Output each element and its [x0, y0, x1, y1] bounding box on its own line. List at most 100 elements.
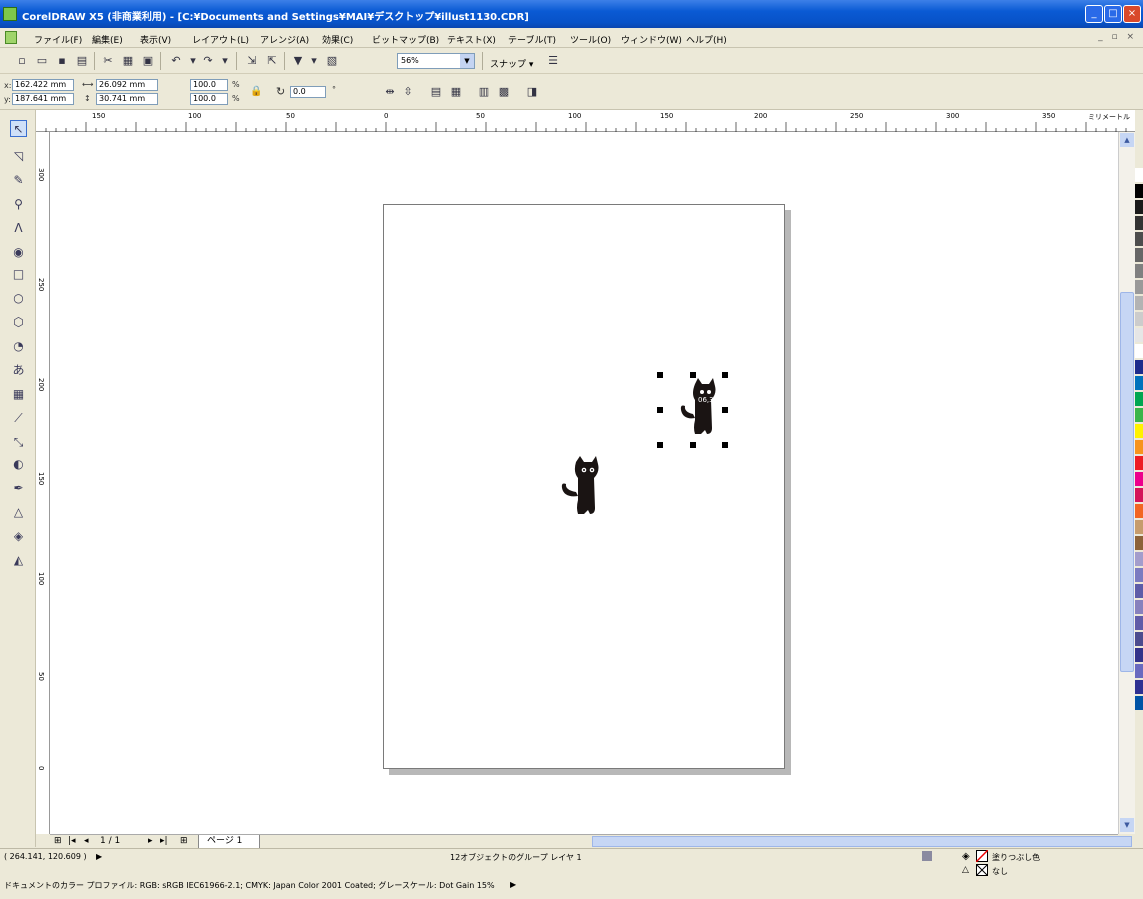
- redo-dropdown-icon[interactable]: ▾: [217, 53, 233, 69]
- scale-y-field[interactable]: 100.0: [190, 93, 228, 105]
- menu-tools[interactable]: ツール(O): [570, 33, 611, 46]
- rectangle-tool-icon[interactable]: □: [10, 266, 27, 283]
- scroll-down-icon[interactable]: ▼: [1120, 818, 1134, 832]
- maximize-button[interactable]: □: [1104, 5, 1122, 23]
- color-swatch[interactable]: [1135, 312, 1143, 326]
- menu-file[interactable]: ファイル(F): [34, 33, 82, 46]
- outline-tool-icon[interactable]: △: [10, 504, 27, 521]
- close-button[interactable]: ×: [1123, 5, 1141, 23]
- color-swatch[interactable]: [1135, 568, 1143, 582]
- color-proof-icon[interactable]: [922, 851, 932, 861]
- ellipse-tool-icon[interactable]: ○: [10, 290, 27, 307]
- shape-tool-icon[interactable]: ◹: [10, 148, 27, 165]
- group-icon[interactable]: ▦: [448, 84, 464, 100]
- color-swatch[interactable]: [1135, 216, 1143, 230]
- zoom-tool-icon[interactable]: ⚲: [10, 196, 27, 213]
- horizontal-scrollbar[interactable]: [592, 836, 1132, 847]
- print-icon[interactable]: ▤: [74, 53, 90, 69]
- menu-arrange[interactable]: アレンジ(A): [260, 33, 309, 46]
- color-swatch[interactable]: [1135, 664, 1143, 678]
- expand-status-icon[interactable]: ▶: [96, 852, 102, 861]
- color-swatch[interactable]: [1135, 200, 1143, 214]
- color-swatch[interactable]: [1135, 456, 1143, 470]
- new-document-icon[interactable]: ▫: [14, 53, 30, 69]
- last-page-icon[interactable]: ▸|: [160, 836, 168, 846]
- zoom-level-select[interactable]: 56% ▼: [397, 53, 475, 69]
- options-icon[interactable]: ☰: [545, 53, 561, 69]
- save-icon[interactable]: ▪: [54, 53, 70, 69]
- selection-handle-bottom[interactable]: [690, 442, 696, 448]
- selection-handle-bottom-right[interactable]: [722, 442, 728, 448]
- cut-icon[interactable]: ✂: [100, 53, 116, 69]
- object-height-field[interactable]: 30.741 mm: [96, 93, 158, 105]
- mirror-horizontal-icon[interactable]: ⇹: [382, 84, 398, 100]
- color-swatch[interactable]: [1135, 232, 1143, 246]
- color-swatch[interactable]: [1135, 616, 1143, 630]
- x-position-field[interactable]: 162.422 mm: [12, 79, 74, 91]
- menu-bitmaps[interactable]: ビットマップ(B): [372, 33, 439, 46]
- interactive-fill-tool-icon[interactable]: ◭: [10, 552, 27, 569]
- redo-icon[interactable]: ↷: [200, 53, 216, 69]
- page-tab[interactable]: ページ 1: [198, 835, 260, 849]
- next-page-icon[interactable]: ▸: [148, 836, 153, 846]
- selection-handle-top-left[interactable]: [657, 372, 663, 378]
- coreldraw-app-icon[interactable]: [3, 7, 17, 21]
- table-tool-icon[interactable]: ▦: [10, 386, 27, 403]
- menu-effects[interactable]: 効果(C): [322, 33, 353, 46]
- add-page-before-icon[interactable]: ⊞: [54, 836, 62, 846]
- undo-icon[interactable]: ↶: [168, 53, 184, 69]
- undo-dropdown-icon[interactable]: ▾: [185, 53, 201, 69]
- menu-edit[interactable]: 編集(E): [92, 33, 123, 46]
- color-swatch[interactable]: [1135, 600, 1143, 614]
- color-swatch[interactable]: [1135, 408, 1143, 422]
- color-swatch[interactable]: [1135, 248, 1143, 262]
- align-distribute-icon[interactable]: ▤: [428, 84, 444, 100]
- basic-shapes-tool-icon[interactable]: ◔: [10, 338, 27, 355]
- no-outline-swatch-icon[interactable]: [976, 864, 988, 876]
- pick-tool-icon[interactable]: ↖: [10, 120, 27, 137]
- minimize-button[interactable]: _: [1085, 5, 1103, 23]
- blend-tool-icon[interactable]: ◐: [10, 456, 27, 473]
- black-cat[interactable]: [556, 456, 606, 518]
- text-tool-icon[interactable]: あ: [10, 362, 27, 379]
- menu-view[interactable]: 表示(V): [140, 33, 171, 46]
- color-swatch[interactable]: [1135, 328, 1143, 342]
- import-icon[interactable]: ⇲: [244, 53, 260, 69]
- color-swatch[interactable]: [1135, 504, 1143, 518]
- mdi-controls[interactable]: _ ▫ ×: [1098, 32, 1137, 42]
- scale-x-field[interactable]: 100.0: [190, 79, 228, 91]
- selection-handle-bottom-left[interactable]: [657, 442, 663, 448]
- open-icon[interactable]: ▭: [34, 53, 50, 69]
- scrollbar-thumb[interactable]: [1120, 292, 1134, 672]
- color-swatch[interactable]: [1135, 648, 1143, 662]
- crop-tool-icon[interactable]: ✎: [10, 172, 27, 189]
- scroll-up-icon[interactable]: ▲: [1120, 133, 1134, 147]
- chevron-down-icon[interactable]: ▼: [460, 54, 474, 68]
- fill-tool-icon[interactable]: ◈: [10, 528, 27, 545]
- color-swatch[interactable]: [1135, 344, 1143, 358]
- connector-tool-icon[interactable]: ⤡: [10, 434, 27, 451]
- y-position-field[interactable]: 187.641 mm: [12, 93, 74, 105]
- weld-icon[interactable]: ◨: [524, 84, 540, 100]
- color-swatch[interactable]: [1135, 424, 1143, 438]
- color-swatch[interactable]: [1135, 680, 1143, 694]
- menu-help[interactable]: ヘルプ(H): [686, 33, 727, 46]
- color-swatch[interactable]: [1135, 696, 1143, 710]
- color-swatch[interactable]: [1135, 488, 1143, 502]
- ungroup-icon[interactable]: ▥: [476, 84, 492, 100]
- add-page-after-icon[interactable]: ⊞: [180, 836, 188, 846]
- mirror-vertical-icon[interactable]: ⇳: [400, 84, 416, 100]
- color-swatch[interactable]: [1135, 392, 1143, 406]
- launcher-dropdown-icon[interactable]: ▾: [306, 53, 322, 69]
- color-swatch[interactable]: [1135, 360, 1143, 374]
- ungroup-all-icon[interactable]: ▩: [496, 84, 512, 100]
- snap-to-dropdown[interactable]: スナップ ▾: [490, 57, 533, 70]
- color-swatch[interactable]: [1135, 520, 1143, 534]
- color-swatch[interactable]: [1135, 264, 1143, 278]
- color-swatch[interactable]: [1135, 184, 1143, 198]
- polygon-tool-icon[interactable]: ⬡: [10, 314, 27, 331]
- smart-fill-tool-icon[interactable]: ◉: [10, 244, 27, 261]
- menu-table[interactable]: テーブル(T): [508, 33, 556, 46]
- export-icon[interactable]: ⇱: [264, 53, 280, 69]
- horizontal-ruler[interactable]: 150 100 50 0 50 100 150 200 250 300 350 …: [36, 110, 1136, 132]
